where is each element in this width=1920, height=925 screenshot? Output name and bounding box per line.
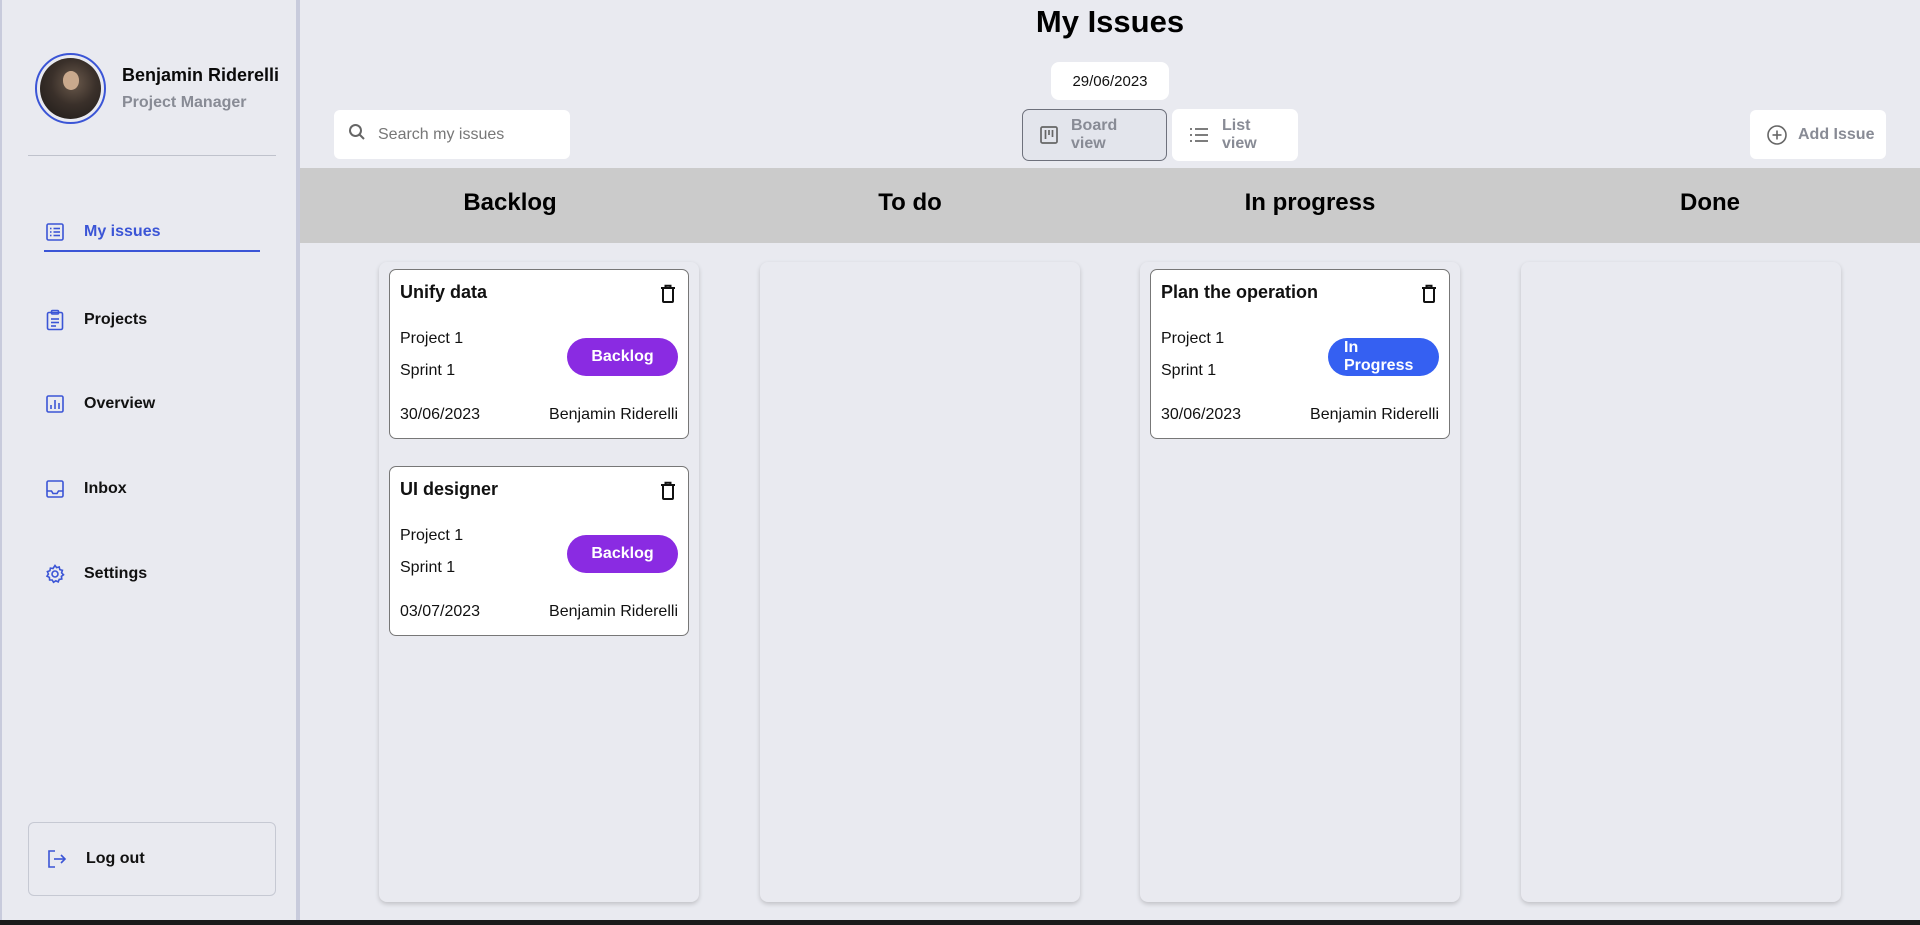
board-icon bbox=[1039, 125, 1059, 145]
profile-name: Benjamin Riderelli bbox=[122, 65, 280, 85]
status-badge[interactable]: In Progress bbox=[1328, 338, 1439, 376]
active-nav-underline bbox=[44, 250, 260, 252]
sidebar-item-label: Projects bbox=[84, 311, 148, 328]
status-badge[interactable]: Backlog bbox=[567, 338, 678, 376]
list-view-label: List view bbox=[1222, 117, 1257, 152]
sidebar-item-label: Settings bbox=[84, 565, 148, 582]
page-title: My Issues bbox=[1035, 4, 1185, 39]
issue-project: Project 1 bbox=[400, 330, 464, 347]
board-view-label: Board view bbox=[1071, 117, 1118, 152]
issue-date: 30/06/2023 bbox=[400, 406, 481, 423]
trash-icon[interactable] bbox=[660, 481, 676, 501]
column-title-done: Done bbox=[1680, 189, 1740, 216]
main-content: My Issues 29/06/2023 Board view List vie… bbox=[300, 0, 1920, 925]
issue-card[interactable]: UI designer Project 1 Sprint 1 Backlog 0… bbox=[389, 466, 689, 636]
sidebar-item-projects[interactable]: Projects bbox=[44, 309, 147, 331]
search-box[interactable] bbox=[334, 110, 570, 159]
date-chip[interactable]: 29/06/2023 bbox=[1051, 62, 1169, 100]
issue-assignee: Benjamin Riderelli bbox=[1310, 406, 1439, 423]
issue-assignee: Benjamin Riderelli bbox=[549, 406, 678, 423]
board-column-headers: Backlog To do In progress Done bbox=[300, 168, 1920, 243]
column-title-todo: To do bbox=[878, 189, 942, 216]
gear-icon bbox=[44, 563, 66, 585]
search-icon bbox=[348, 123, 366, 146]
sidebar-item-label: Overview bbox=[84, 395, 156, 412]
logout-label: Log out bbox=[86, 850, 145, 867]
logout-icon bbox=[46, 848, 68, 870]
user-profile: Benjamin Riderelli Project Manager bbox=[35, 53, 279, 124]
sidebar-item-settings[interactable]: Settings bbox=[44, 563, 147, 585]
column-title-in-progress: In progress bbox=[1244, 189, 1376, 216]
issue-sprint: Sprint 1 bbox=[400, 559, 456, 576]
issue-card[interactable]: Unify data Project 1 Sprint 1 Backlog 30… bbox=[389, 269, 689, 439]
sidebar-item-label: My issues bbox=[84, 223, 161, 240]
board-column-done[interactable] bbox=[1521, 262, 1841, 902]
issue-project: Project 1 bbox=[400, 527, 464, 544]
issue-card[interactable]: Plan the operation Project 1 Sprint 1 In… bbox=[1150, 269, 1450, 439]
sidebar-divider bbox=[28, 155, 276, 156]
board-column-backlog[interactable]: Unify data Project 1 Sprint 1 Backlog 30… bbox=[379, 262, 699, 902]
list-lines-icon bbox=[1188, 126, 1210, 144]
sidebar-item-my-issues[interactable]: My issues bbox=[44, 221, 160, 243]
inbox-icon bbox=[44, 478, 66, 500]
issue-assignee: Benjamin Riderelli bbox=[549, 603, 678, 620]
board-column-in-progress[interactable]: Plan the operation Project 1 Sprint 1 In… bbox=[1140, 262, 1460, 902]
board-view-button[interactable]: Board view bbox=[1022, 109, 1167, 161]
issue-project: Project 1 bbox=[1161, 330, 1225, 347]
issue-title: Plan the operation bbox=[1161, 282, 1319, 302]
profile-role: Project Manager bbox=[122, 94, 247, 111]
column-title-backlog: Backlog bbox=[463, 189, 557, 216]
plus-circle-icon bbox=[1766, 124, 1788, 146]
clipboard-icon bbox=[44, 309, 66, 331]
board-column-todo[interactable] bbox=[760, 262, 1080, 902]
issue-sprint: Sprint 1 bbox=[1161, 362, 1217, 379]
issue-title: Unify data bbox=[400, 282, 488, 302]
issue-date: 03/07/2023 bbox=[400, 603, 481, 620]
trash-icon[interactable] bbox=[1421, 284, 1437, 304]
search-input[interactable] bbox=[378, 125, 568, 144]
window-bottom-edge bbox=[0, 920, 1920, 925]
issue-title: UI designer bbox=[400, 479, 499, 499]
trash-icon[interactable] bbox=[660, 284, 676, 304]
sidebar: Benjamin Riderelli Project Manager My is… bbox=[0, 0, 300, 925]
list-icon bbox=[44, 221, 66, 243]
chart-icon bbox=[44, 393, 66, 415]
sidebar-item-overview[interactable]: Overview bbox=[44, 393, 155, 415]
sidebar-item-inbox[interactable]: Inbox bbox=[44, 478, 127, 500]
issue-date: 30/06/2023 bbox=[1161, 406, 1242, 423]
avatar[interactable] bbox=[35, 53, 106, 124]
add-issue-button[interactable]: Add Issue bbox=[1750, 110, 1886, 159]
sidebar-item-label: Inbox bbox=[84, 480, 127, 497]
logout-button[interactable]: Log out bbox=[28, 822, 276, 896]
issue-sprint: Sprint 1 bbox=[400, 362, 456, 379]
status-badge[interactable]: Backlog bbox=[567, 535, 678, 573]
list-view-button[interactable]: List view bbox=[1172, 109, 1298, 161]
add-issue-label: Add Issue bbox=[1798, 125, 1875, 143]
